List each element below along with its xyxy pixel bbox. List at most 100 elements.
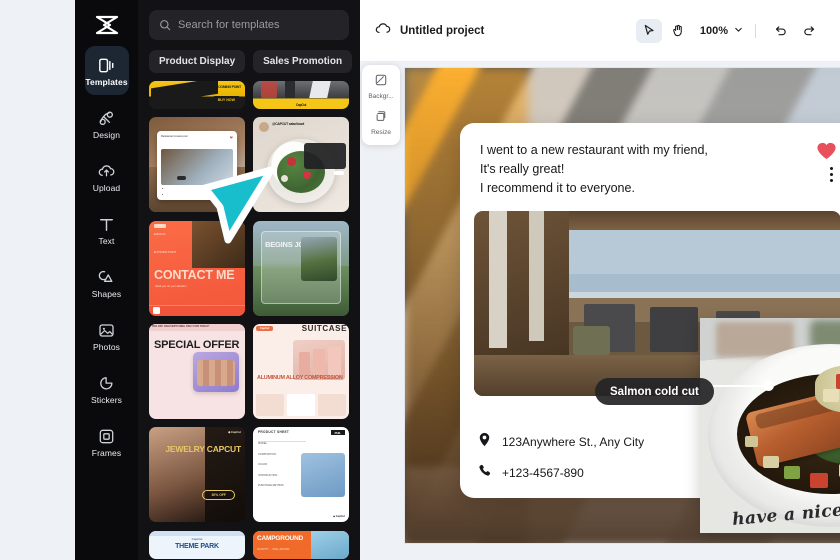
template-card[interactable]: BEGINS JOURNEY xyxy=(253,220,349,316)
sidebar-item-shapes[interactable]: Shapes xyxy=(85,258,129,307)
undo-button[interactable] xyxy=(767,19,793,43)
template-grid: PRODUCT COMING POINT BUY NOW CapCut Rest… xyxy=(138,81,360,559)
phone-text: +123-4567-890 xyxy=(502,466,584,480)
cursor-select-tool[interactable] xyxy=(635,18,662,43)
top-toolbar: Untitled project 100% xyxy=(360,0,840,62)
canvas-side-panel: Backgr... Resize xyxy=(362,65,400,145)
sidebar-item-frames[interactable]: Frames xyxy=(85,417,129,466)
category-chips: Product Display Sales Promotion xyxy=(138,40,360,81)
template-badge: 30% OFF xyxy=(202,490,235,501)
sidebar-item-design[interactable]: Design xyxy=(85,99,129,148)
templates-panel: Search for templates Product Display Sal… xyxy=(138,0,360,560)
phone-row: +123-4567-890 xyxy=(478,464,644,482)
sidebar-item-stickers[interactable]: Stickers xyxy=(85,364,129,413)
search-input[interactable]: Search for templates xyxy=(149,10,349,40)
sidebar-item-label: Stickers xyxy=(90,394,123,405)
template-title: PRODUCT SHEET xyxy=(258,430,290,435)
template-title: @CAPCUT salad bowl xyxy=(272,122,305,127)
template-title: CONTACT ME xyxy=(154,267,235,282)
zoom-level[interactable]: 100% xyxy=(700,25,728,37)
salmon-dish-card[interactable]: have a nice day! xyxy=(700,318,840,533)
left-rail: Templates Design Upload Text Shapes Phot… xyxy=(75,0,138,560)
label-anchor-dot xyxy=(763,380,774,391)
sidebar-item-label: Templates xyxy=(85,76,128,87)
sidebar-item-label: Shapes xyxy=(91,288,122,299)
template-card[interactable]: ■ BONUS ■ STRONG POINT CONTACT ME thank … xyxy=(149,220,245,316)
cloud-save-icon[interactable] xyxy=(374,20,391,42)
stickers-icon xyxy=(96,373,117,394)
background-button[interactable]: Backgr... xyxy=(368,71,394,103)
template-title: SUITCASE xyxy=(301,323,347,333)
project-name[interactable]: Untitled project xyxy=(400,25,484,37)
resize-label: Resize xyxy=(371,128,391,136)
redo-icon xyxy=(803,26,814,36)
frames-icon xyxy=(96,426,117,447)
phone-icon xyxy=(478,464,491,482)
template-title: CapCut xyxy=(295,102,307,107)
pill-text: Salmon cold cut xyxy=(610,385,699,398)
templates-icon xyxy=(96,55,117,76)
template-title: CAMPGROUND xyxy=(257,534,304,542)
heart-filled-icon[interactable] xyxy=(816,141,837,165)
sidebar-item-label: Frames xyxy=(91,447,122,458)
sidebar-item-photos[interactable]: Photos xyxy=(85,311,129,360)
template-subtitle: 50% OFF ON EVERYTHING ONLY FOR TODAY! xyxy=(152,325,210,329)
post-contact-info: 123Anywhere St., Any City +123-4567-890 xyxy=(478,432,644,482)
resize-button[interactable]: Resize xyxy=(371,107,391,139)
template-card[interactable]: 50% OFF ON EVERYTHING ONLY FOR TODAY! SP… xyxy=(149,323,245,419)
template-card[interactable]: CapCut SUITCASE ALUMINUM ALLOY COMPRESSI… xyxy=(253,323,349,419)
template-title: THEME PARK xyxy=(175,542,219,550)
capcut-logo-icon[interactable] xyxy=(90,10,124,40)
template-title: PRODUCT COMING POINT xyxy=(202,85,241,89)
post-line-1: I went to a new restaurant with my frien… xyxy=(480,143,708,157)
canvas-workspace[interactable]: I went to a new restaurant with my frien… xyxy=(360,62,840,560)
background-icon xyxy=(374,73,388,92)
salmon-photo xyxy=(700,318,840,533)
address-row: 123Anywhere St., Any City xyxy=(478,432,644,452)
location-pin-icon xyxy=(478,432,491,452)
chip-sales-promotion[interactable]: Sales Promotion xyxy=(253,50,353,73)
template-card[interactable]: @CAPCUT salad bowl xyxy=(253,117,349,213)
template-title: JEWELRY CAPCUT xyxy=(165,444,241,455)
sidebar-item-text[interactable]: Text xyxy=(85,205,129,254)
app-root: Templates Design Upload Text Shapes Phot… xyxy=(0,0,840,560)
template-subtitle: ALUMINUM ALLOY COMPRESSION xyxy=(257,374,343,381)
upload-cloud-icon xyxy=(96,161,117,182)
template-card[interactable]: PRODUCT SHEET PHIL MODEL: COMPOSITION: COL… xyxy=(253,427,349,523)
template-title: SPECIAL OFFER xyxy=(154,338,240,351)
template-card[interactable]: CapCut THEME PARK xyxy=(149,530,245,559)
sidebar-item-label: Photos xyxy=(92,341,121,352)
chip-product-display[interactable]: Product Display xyxy=(149,50,246,73)
sidebar-item-templates[interactable]: Templates xyxy=(84,46,129,95)
template-card[interactable]: ◆ CapCut JEWELRY CAPCUT 30% OFF xyxy=(149,427,245,523)
chevron-down-icon[interactable] xyxy=(733,22,744,40)
post-text-block: I went to a new restaurant with my frien… xyxy=(460,123,780,197)
search-area: Search for templates xyxy=(138,0,360,40)
template-card[interactable]: Restaurant review post ❤ ● ● xyxy=(149,117,245,213)
template-card[interactable]: PRODUCT COMING POINT BUY NOW xyxy=(149,81,245,109)
post-line-2: It's really great! xyxy=(480,161,565,176)
undo-icon xyxy=(775,26,786,36)
template-card[interactable]: CapCut xyxy=(253,81,349,109)
redo-button[interactable] xyxy=(796,19,822,43)
sidebar-item-label: Design xyxy=(92,129,121,140)
sidebar-item-upload[interactable]: Upload xyxy=(85,152,129,201)
rail-item-list: Templates Design Upload Text Shapes Phot… xyxy=(75,46,138,470)
address-text: 123Anywhere St., Any City xyxy=(502,435,645,449)
more-vertical-icon[interactable] xyxy=(830,167,833,182)
salmon-label-pill[interactable]: Salmon cold cut xyxy=(595,378,714,405)
design-canvas[interactable]: I went to a new restaurant with my frien… xyxy=(405,68,840,543)
hand-pan-tool[interactable] xyxy=(665,19,691,43)
canvas-tools: 100% xyxy=(635,18,822,43)
sidebar-item-label: Upload xyxy=(92,182,121,193)
resize-icon xyxy=(374,109,388,128)
template-card[interactable]: CAMPGROUND ACTIVITY ··· FULL ACTION xyxy=(253,530,349,559)
template-subtitle: thank you for your attention xyxy=(155,284,187,288)
background-label: Backgr... xyxy=(368,93,394,100)
design-icon xyxy=(96,108,117,129)
template-cta: BUY NOW xyxy=(212,96,240,103)
search-icon xyxy=(160,20,171,31)
label-connector-line xyxy=(705,385,767,387)
hand-pan-icon xyxy=(673,24,683,37)
template-title: Restaurant review post xyxy=(161,135,188,139)
